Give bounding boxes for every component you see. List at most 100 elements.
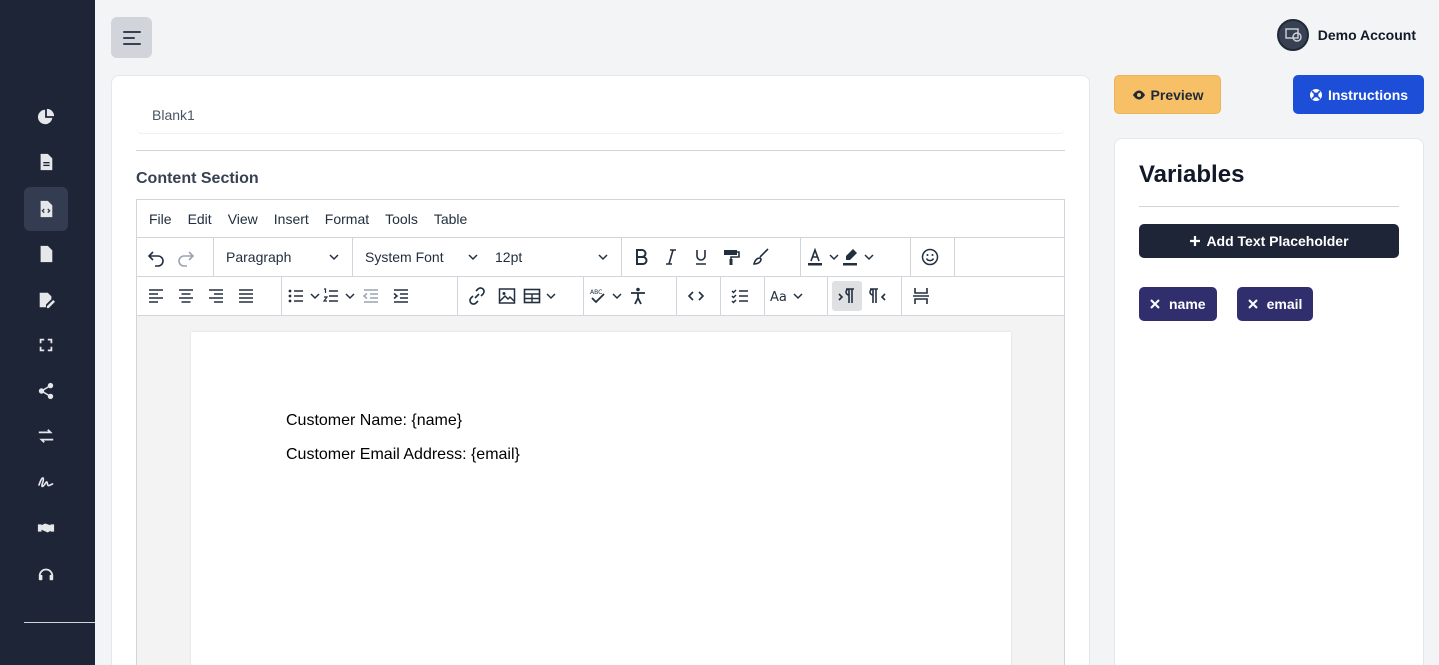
menu-edit[interactable]: Edit <box>180 211 220 227</box>
font-size-select[interactable]: 12pt <box>487 242 617 272</box>
text-color-button[interactable] <box>805 242 840 272</box>
files-nav[interactable] <box>24 232 68 276</box>
paragraph-rtl-icon <box>869 288 886 303</box>
menu-tools[interactable]: Tools <box>377 211 426 227</box>
underline-button[interactable] <box>686 242 716 272</box>
signature-icon <box>38 477 54 488</box>
checklist-icon <box>731 289 748 304</box>
highlight-color-button[interactable] <box>840 242 875 272</box>
accessibility-button[interactable] <box>623 281 653 311</box>
emoji-button[interactable] <box>915 242 945 272</box>
chevron-down-icon <box>829 254 839 261</box>
chevron-down-icon <box>793 293 803 300</box>
chevron-down-icon <box>345 293 355 300</box>
insert-image-button[interactable] <box>492 281 522 311</box>
editor-canvas[interactable]: Customer Name: {name} Customer Email Add… <box>137 316 1064 665</box>
code-file-icon <box>40 200 53 218</box>
block-format-select[interactable]: Paragraph <box>218 242 348 272</box>
add-text-placeholder-button[interactable]: Add Text Placeholder <box>1139 224 1399 258</box>
bold-button[interactable] <box>626 242 656 272</box>
font-family-select[interactable]: System Font <box>357 242 487 272</box>
clear-formatting-button[interactable] <box>746 242 776 272</box>
outdent-icon <box>362 289 378 303</box>
insert-group <box>458 277 584 315</box>
template-editor-card: Content Section File Edit View Insert Fo… <box>111 75 1090 665</box>
menu-format[interactable]: Format <box>317 211 377 227</box>
menu-file[interactable]: File <box>141 211 180 227</box>
editor-toolbar-primary: Paragraph System Font 12pt <box>137 238 1064 277</box>
text-case-icon: Aa <box>770 290 787 305</box>
customer-name-line: Customer Name: {name} <box>286 412 463 429</box>
undo-button[interactable] <box>141 242 171 272</box>
insert-table-button[interactable] <box>522 281 557 311</box>
checklist-button[interactable] <box>725 281 755 311</box>
numbered-list-button[interactable] <box>321 281 356 311</box>
add-text-placeholder-label: Add Text Placeholder <box>1206 233 1349 249</box>
file-icon <box>40 245 53 263</box>
document-title-input[interactable] <box>136 96 1065 134</box>
customer-email-line: Customer Email Address: {email} <box>286 446 520 463</box>
source-code-button[interactable] <box>681 281 711 311</box>
text-color-icon <box>808 247 822 266</box>
instructions-label: Instructions <box>1327 86 1409 103</box>
bullet-list-button[interactable] <box>286 281 321 311</box>
insert-link-button[interactable] <box>462 281 492 311</box>
edit-documents-nav[interactable] <box>24 278 68 322</box>
avatar <box>1276 19 1309 51</box>
paint-roller-icon <box>724 250 740 265</box>
underline-icon <box>696 250 706 265</box>
account-name: Demo Account <box>1317 27 1416 43</box>
outdent-button[interactable] <box>356 281 386 311</box>
ltr-button[interactable] <box>832 281 862 311</box>
templates-nav[interactable] <box>24 187 68 231</box>
help-buoy-icon <box>1309 88 1322 101</box>
change-case-button[interactable]: Aa <box>769 281 804 311</box>
dashboard-nav[interactable] <box>24 95 68 139</box>
document-page[interactable]: Customer Name: {name} Customer Email Add… <box>191 332 1011 665</box>
align-right-button[interactable] <box>201 281 231 311</box>
close-icon[interactable] <box>1247 299 1258 309</box>
menu-view[interactable]: View <box>220 211 266 227</box>
account-menu[interactable]: Demo Account <box>1276 19 1416 51</box>
menu-table[interactable]: Table <box>426 211 475 227</box>
menu-insert[interactable]: Insert <box>266 211 317 227</box>
indent-button[interactable] <box>386 281 416 311</box>
emoji-group <box>911 238 955 276</box>
partners-nav[interactable] <box>24 506 68 550</box>
align-left-button[interactable] <box>141 281 171 311</box>
preview-button[interactable]: Preview <box>1114 75 1221 114</box>
proofing-group: ABC <box>584 277 677 315</box>
history-group <box>137 238 214 276</box>
close-icon[interactable] <box>1150 299 1160 309</box>
page-break-button[interactable] <box>906 281 936 311</box>
align-center-button[interactable] <box>171 281 201 311</box>
fullscreen-nav[interactable] <box>24 323 68 367</box>
alignment-group <box>137 277 282 315</box>
pagebreak-group <box>902 277 946 315</box>
documents-nav[interactable] <box>24 140 68 184</box>
share-nav[interactable] <box>24 369 68 413</box>
variable-chip[interactable]: email <box>1236 287 1314 321</box>
direction-group <box>828 277 902 315</box>
svg-text:Aa: Aa <box>770 290 787 305</box>
support-nav[interactable] <box>24 552 68 596</box>
justify-button[interactable] <box>231 281 261 311</box>
variable-chip[interactable]: name <box>1139 287 1217 321</box>
chevron-down-icon <box>468 254 478 261</box>
italic-button[interactable] <box>656 242 686 272</box>
redo-button[interactable] <box>171 242 201 272</box>
handshake-icon <box>37 523 55 533</box>
spellcheck-button[interactable]: ABC <box>588 281 623 311</box>
menu-toggle-button[interactable] <box>111 17 152 58</box>
rtl-button[interactable] <box>862 281 892 311</box>
signatures-nav[interactable] <box>24 460 68 504</box>
divider <box>136 150 1065 151</box>
numbered-list-icon <box>322 288 338 302</box>
chevron-down-icon <box>612 293 622 300</box>
exchange-icon <box>38 429 54 443</box>
code-icon <box>687 291 705 301</box>
redo-icon <box>178 251 195 267</box>
format-painter-button[interactable] <box>716 242 746 272</box>
instructions-button[interactable]: Instructions <box>1293 75 1424 114</box>
exchange-nav[interactable] <box>24 414 68 458</box>
